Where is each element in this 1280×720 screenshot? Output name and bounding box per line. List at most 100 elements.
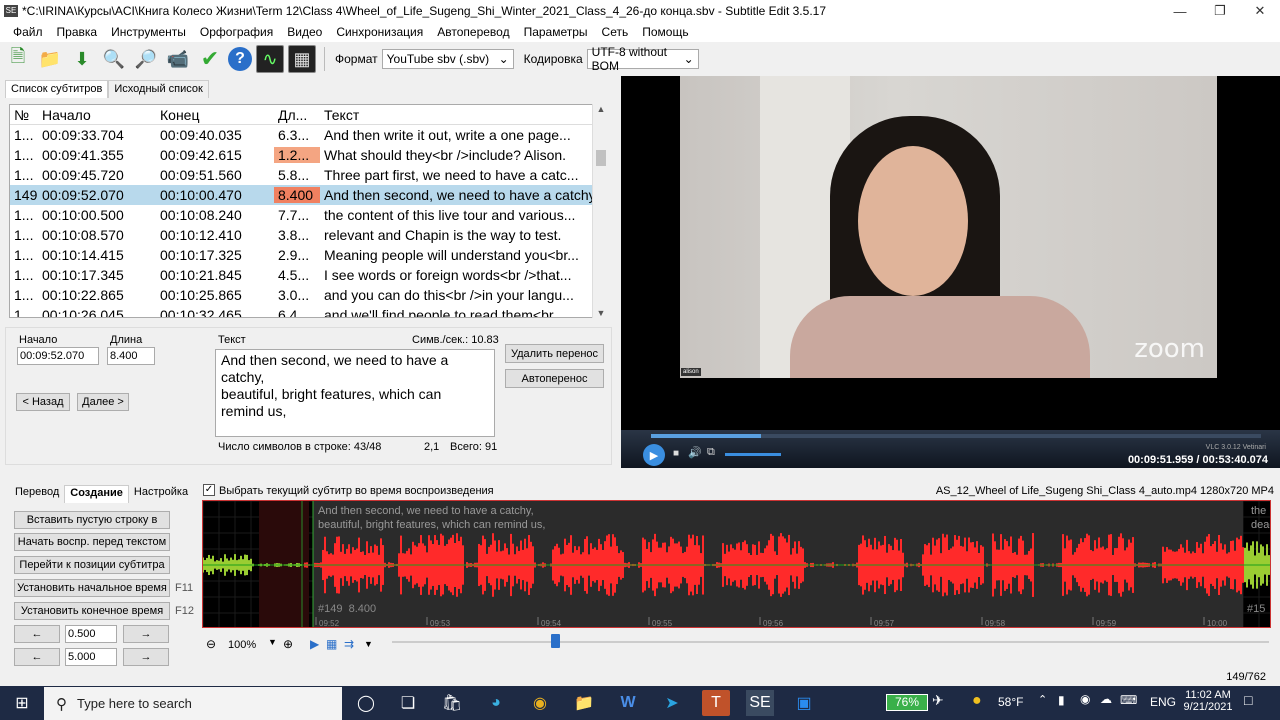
seek-forward-large-button[interactable]: → — [123, 648, 169, 666]
subtitle-grid[interactable]: № Начало Конец Дл... Текст 1... 00:09:33.… — [9, 104, 609, 318]
keyboard-icon[interactable]: ⌨ — [1120, 693, 1137, 707]
replace-icon[interactable]: 🔎 — [132, 45, 160, 73]
seek-large-input[interactable]: 5.000 — [65, 648, 117, 666]
go-to-subtitle-button[interactable]: Перейти к позиции субтитра — [14, 556, 170, 574]
table-row[interactable]: 149 00:09:52.070 00:10:00.470 8.400 And then… — [10, 185, 608, 205]
set-start-time-button[interactable]: Установить начальное время — [14, 579, 170, 597]
menu-video[interactable]: Видео — [280, 25, 329, 39]
open-folder-icon[interactable]: 📁 — [36, 45, 64, 73]
maximize-button[interactable]: ❐ — [1200, 3, 1240, 19]
insert-empty-line-button[interactable]: Вставить пустую строку в — [14, 511, 170, 529]
menu-autotranslate[interactable]: Автоперевод — [430, 25, 516, 39]
prev-button[interactable]: < Назад — [16, 393, 70, 411]
zoom-out-icon[interactable]: ⊖ — [206, 637, 216, 651]
clock[interactable]: 11:02 AM 9/21/2021 — [1183, 689, 1233, 713]
waveform-position-track[interactable] — [392, 641, 1269, 643]
menu-sync[interactable]: Синхронизация — [329, 25, 430, 39]
menu-spellcheck[interactable]: Орфография — [193, 25, 280, 39]
format-select[interactable]: YouTube sbv (.sbv) ⌄ — [381, 49, 514, 69]
store-icon[interactable]: 🛍 — [438, 690, 466, 716]
tab-adjust[interactable]: Настройка — [129, 485, 193, 503]
grid-view-icon[interactable]: ▦ — [326, 637, 337, 651]
tray-chevron-icon[interactable]: ⌃ — [1038, 693, 1047, 706]
new-file-icon[interactable]: 🗎 — [4, 45, 32, 73]
windows-start-icon[interactable]: ⊞ — [6, 690, 38, 716]
spellcheck-icon[interactable]: ✔ — [196, 45, 224, 73]
menu-file[interactable]: Файл — [6, 25, 50, 39]
waveform-toggle-icon[interactable]: ∿ — [256, 45, 284, 73]
volume-slider[interactable] — [725, 453, 781, 456]
table-row[interactable]: 1... 00:10:14.415 00:10:17.325 2.9... Meanin… — [10, 245, 608, 265]
grid-scrollbar[interactable]: ▲ ▼ — [592, 104, 609, 318]
next-button[interactable]: Далее > — [77, 393, 129, 411]
table-row[interactable]: 1... 00:09:33.704 00:09:40.035 6.3... And th… — [10, 125, 608, 145]
audio-waveform[interactable]: 09:52 09:53 09:54 09:55 09:56 09:57 09:58 09:59… — [202, 500, 1271, 628]
col-number[interactable]: № — [10, 107, 38, 123]
scroll-thumb[interactable] — [596, 150, 606, 166]
menu-tools[interactable]: Инструменты — [104, 25, 193, 39]
col-start[interactable]: Начало — [38, 107, 156, 123]
battery-indicator[interactable]: 76% — [886, 694, 928, 711]
chevron-down-icon[interactable]: ▼ — [268, 637, 277, 647]
tab-translate[interactable]: Перевод — [10, 485, 64, 503]
select-current-checkbox[interactable]: ✓ — [203, 484, 215, 496]
col-duration[interactable]: Дл... — [274, 107, 320, 123]
video-toggle-icon[interactable]: ▦ — [288, 45, 316, 73]
teams-icon[interactable]: T — [702, 690, 730, 716]
menu-network[interactable]: Сеть — [595, 25, 636, 39]
table-row[interactable]: 1... 00:09:41.355 00:09:42.615 1.2... What s… — [10, 145, 608, 165]
fullscreen-icon[interactable]: ⧉ — [707, 446, 715, 459]
seek-back-large-button[interactable]: ← — [14, 648, 60, 666]
notification-icon[interactable]: □ — [1244, 692, 1252, 708]
scroll-up-icon[interactable]: ▲ — [593, 104, 609, 114]
menu-options[interactable]: Параметры — [517, 25, 595, 39]
seek-forward-small-button[interactable]: → — [123, 625, 169, 643]
auto-break-button[interactable]: Автоперенос — [505, 369, 604, 388]
menu-edit[interactable]: Правка — [50, 25, 105, 39]
forward-icon[interactable]: ⇉ — [344, 637, 354, 651]
play-small-icon[interactable]: ▶ — [310, 637, 319, 651]
cloud-icon[interactable]: ☁ — [1100, 692, 1112, 706]
battery-icon[interactable]: ▮ — [1058, 693, 1065, 707]
find-icon[interactable]: 🔍 — [100, 45, 128, 73]
set-end-time-button[interactable]: Установить конечное время — [14, 602, 170, 620]
volume-icon[interactable]: 🔊 — [688, 446, 702, 459]
table-row[interactable]: 1... 00:10:26.045 00:10:32.465 6.4... and w… — [10, 305, 608, 317]
play-icon[interactable]: ▶ — [643, 444, 665, 466]
tab-original-list[interactable]: Исходный список — [108, 80, 209, 98]
seek-back-small-button[interactable]: ← — [14, 625, 60, 643]
word-icon[interactable]: W — [614, 690, 642, 716]
table-row[interactable]: 1... 00:10:22.865 00:10:25.865 3.0... and yo… — [10, 285, 608, 305]
zoom-app-icon[interactable]: ▣ — [790, 690, 818, 716]
subtitle-text-editor[interactable]: And then second, we need to have a catch… — [215, 349, 495, 437]
zoom-value[interactable]: 100% — [228, 639, 256, 651]
tab-subtitle-list[interactable]: Список субтитров — [5, 80, 109, 98]
chevron-down-icon[interactable]: ▼ — [364, 639, 373, 649]
start-time-input[interactable]: 00:09:52.070 — [17, 347, 99, 365]
task-view-icon[interactable]: ❏ — [394, 690, 422, 716]
stop-icon[interactable]: ■ — [673, 448, 679, 459]
save-icon[interactable]: ⬇ — [68, 45, 96, 73]
weather-sun-icon[interactable]: ● — [972, 692, 982, 710]
telegram-icon[interactable]: ➤ — [658, 690, 686, 716]
menu-help[interactable]: Помощь — [635, 25, 695, 39]
chrome-icon[interactable]: ◉ — [526, 690, 554, 716]
remove-line-break-button[interactable]: Удалить перенос — [505, 344, 604, 363]
airplane-icon[interactable]: ✈ — [932, 692, 944, 709]
col-end[interactable]: Конец — [156, 107, 274, 123]
zoom-in-icon[interactable]: ⊕ — [283, 637, 293, 651]
table-row[interactable]: 1... 00:09:45.720 00:09:51.560 5.8... Three … — [10, 165, 608, 185]
waveform-position-thumb[interactable] — [551, 634, 560, 648]
cortana-icon[interactable]: ◯ — [352, 690, 380, 716]
col-text[interactable]: Текст — [320, 107, 592, 123]
network-icon[interactable]: ◉ — [1080, 692, 1090, 706]
tab-create[interactable]: Создание — [64, 485, 129, 503]
visual-sync-icon[interactable]: 📹 — [164, 45, 192, 73]
table-row[interactable]: 1... 00:10:00.500 00:10:08.240 7.7... the c… — [10, 205, 608, 225]
minimize-button[interactable]: — — [1160, 4, 1200, 19]
file-explorer-icon[interactable]: 📁 — [570, 690, 598, 716]
encoding-select[interactable]: UTF-8 without BOM ⌄ — [586, 45, 699, 73]
table-row[interactable]: 1... 00:10:08.570 00:10:12.410 3.8... relev… — [10, 225, 608, 245]
temperature[interactable]: 58°F — [998, 695, 1023, 709]
edge-icon[interactable]: ◕ — [482, 690, 510, 716]
